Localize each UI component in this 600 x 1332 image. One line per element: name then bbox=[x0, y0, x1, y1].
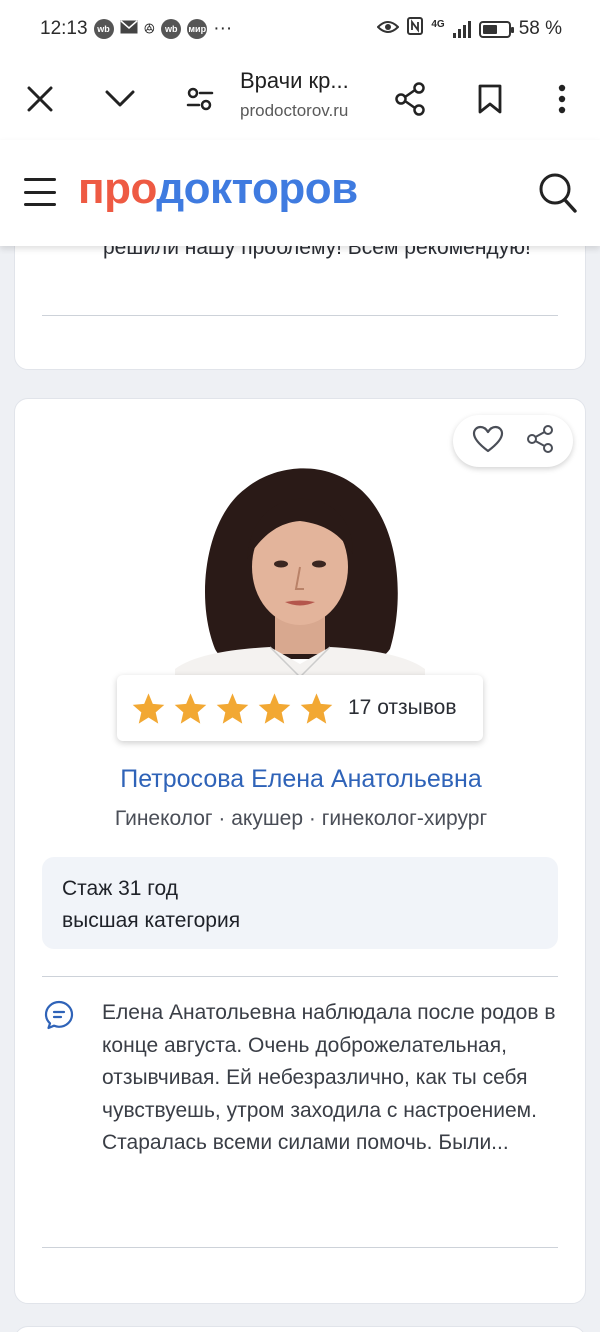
star-icon bbox=[174, 692, 207, 724]
experience-years: Стаж 31 год bbox=[62, 877, 178, 900]
star-icon bbox=[258, 692, 291, 724]
doctor-name-link[interactable]: Петросова Елена Анатольевна bbox=[15, 765, 587, 794]
favorite-share-group bbox=[453, 415, 573, 467]
nfc-icon bbox=[407, 17, 424, 41]
page-settings-icon[interactable] bbox=[175, 74, 225, 124]
logo-part-doctors: докторов bbox=[156, 164, 358, 213]
search-icon[interactable] bbox=[538, 172, 578, 219]
wildberries-notification-icon: wb bbox=[93, 19, 114, 39]
divider bbox=[42, 1247, 558, 1248]
rating-box[interactable]: 17 отзывов bbox=[117, 675, 483, 741]
battery-fill bbox=[482, 24, 497, 34]
battery-percent: 58 % bbox=[518, 18, 562, 39]
close-icon[interactable] bbox=[15, 74, 65, 124]
comment-icon bbox=[43, 999, 75, 1036]
next-doctor-card bbox=[14, 1326, 586, 1332]
star-icon bbox=[132, 692, 165, 724]
divider bbox=[42, 976, 558, 977]
menu-icon[interactable] bbox=[24, 178, 56, 206]
heart-icon[interactable] bbox=[472, 425, 504, 458]
more-notifications-icon: ··· bbox=[213, 18, 233, 39]
status-bar: 12:13 wb ꔮ wb мир ··· 4G 58 % bbox=[0, 0, 600, 58]
experience-box: Стаж 31 год высшая категория bbox=[42, 857, 558, 949]
doctor-photo[interactable] bbox=[175, 449, 425, 677]
star-icon bbox=[300, 692, 333, 724]
logo-part-pro: про bbox=[78, 164, 157, 213]
battery-icon bbox=[478, 20, 514, 38]
browser-title-block[interactable]: Врачи кр... prodoctorov.ru bbox=[240, 66, 349, 126]
bookmark-icon[interactable] bbox=[465, 74, 515, 124]
wildberries-notification-icon-2: wb bbox=[161, 19, 182, 39]
doctor-card[interactable]: 17 отзывов Петросова Елена Анатольевна Г… bbox=[14, 398, 586, 1304]
star-icon bbox=[216, 692, 249, 724]
network-type: 4G bbox=[431, 19, 445, 30]
site-header: продокторов bbox=[0, 140, 600, 246]
eye-comfort-icon bbox=[376, 18, 400, 40]
rating-stars bbox=[131, 692, 334, 725]
browser-toolbar: Врачи кр... prodoctorov.ru bbox=[0, 58, 600, 140]
share-icon[interactable] bbox=[525, 424, 555, 459]
mail-notification-icon bbox=[120, 18, 138, 40]
signal-icon bbox=[452, 20, 471, 38]
app-notification-icon: ꔮ bbox=[143, 20, 156, 38]
divider bbox=[42, 315, 558, 316]
status-time: 12:13 bbox=[40, 18, 88, 39]
site-logo[interactable]: продокторов bbox=[78, 164, 358, 214]
doctor-category: высшая категория bbox=[62, 909, 241, 932]
page-url: prodoctorov.ru bbox=[240, 101, 349, 120]
doctor-specialties: Гинеколог · акушер · гинеколог-хирург bbox=[114, 807, 488, 830]
share-icon[interactable] bbox=[385, 74, 435, 124]
mir-notification-icon: мир bbox=[187, 19, 208, 39]
more-vert-icon[interactable] bbox=[537, 74, 587, 124]
review-excerpt[interactable]: Елена Анатольевна наблюдала после родов … bbox=[102, 997, 562, 1160]
page-title: Врачи кр... bbox=[240, 68, 349, 93]
chevron-down-icon[interactable] bbox=[95, 74, 145, 124]
reviews-count-link[interactable]: 17 отзывов bbox=[348, 696, 457, 720]
